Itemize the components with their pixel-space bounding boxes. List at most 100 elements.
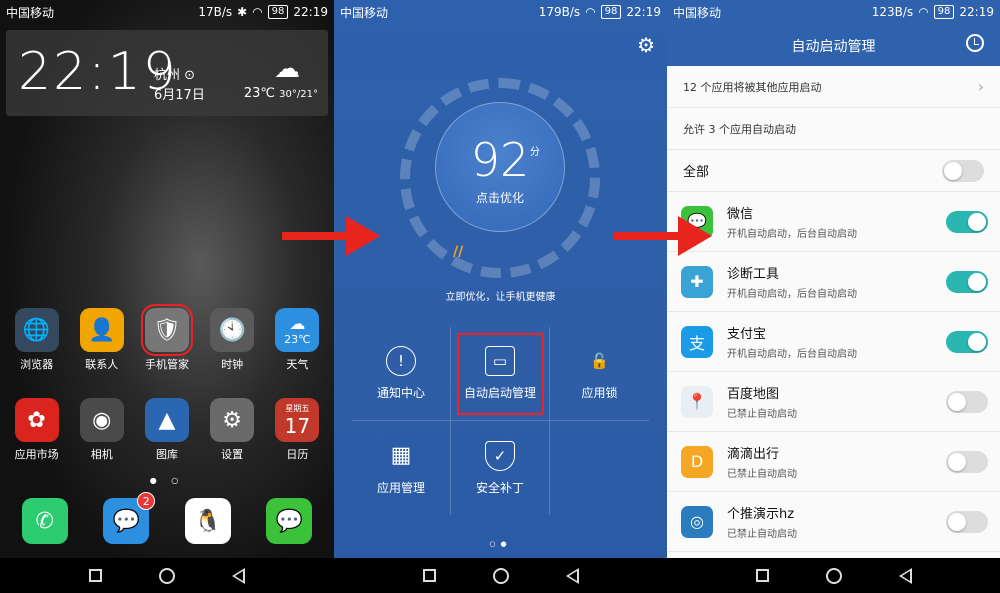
dock-messages[interactable]: 💬 2	[96, 492, 156, 548]
app-label: 手机管家	[144, 358, 189, 371]
message-icon: 💬 2	[103, 492, 156, 544]
recent-apps-button[interactable]	[422, 569, 436, 582]
tile-startup-manager[interactable]: ▭ 自动启动管理	[451, 327, 550, 421]
autostart-toggle[interactable]	[946, 510, 988, 533]
autostart-toggle[interactable]	[946, 390, 988, 413]
gear-icon: ⚙	[210, 398, 255, 442]
list-item[interactable]: D 滴滴出行 已禁止自动启动	[667, 432, 1000, 492]
battery-icon: 98	[933, 5, 955, 19]
home-button[interactable]	[492, 567, 509, 584]
app-status: 已禁止自动启动	[727, 469, 797, 480]
tile-label: 应用管理	[376, 480, 425, 495]
app-settings[interactable]: ⚙ 设置	[202, 398, 262, 462]
tile-label: 应用锁	[581, 386, 618, 400]
weather-icon: ☁ 23℃	[275, 308, 320, 352]
list-item[interactable]: 📍 百度地图 已禁止自动启动	[667, 372, 1000, 432]
app-name: 滴滴出行	[727, 447, 780, 462]
gallery-icon: ▲	[144, 398, 189, 442]
app-calendar[interactable]: 星期五 17 日历	[267, 398, 327, 462]
grid-icon: ▦	[390, 443, 412, 468]
recent-apps-button[interactable]	[755, 569, 769, 582]
settings-gear-icon[interactable]: ⚙	[637, 33, 655, 57]
app-label: 设置	[221, 448, 244, 461]
tile-notification-center[interactable]: ! 通知中心	[352, 327, 451, 421]
network-speed: 17B/s	[198, 5, 233, 19]
wifi-icon: ◠	[918, 5, 929, 19]
recent-apps-button[interactable]	[88, 569, 102, 582]
app-status: 开机自动启动，后台自动启动	[727, 349, 857, 360]
status-bar: 中国移动 123B/s ◠ 98 22:19	[667, 0, 1000, 24]
app-contacts[interactable]: 👤 联系人	[72, 308, 132, 372]
clock-city: 杭州 ⊙	[154, 68, 196, 83]
clock-date: 6月17日	[154, 88, 205, 103]
tile-security-patch[interactable]: ✓ 安全补丁	[451, 421, 550, 515]
shield-check-icon: ✓	[485, 440, 515, 471]
autostart-toggle[interactable]	[946, 210, 988, 233]
autostart-toggle[interactable]	[946, 270, 988, 293]
back-button[interactable]	[898, 567, 912, 584]
list-item[interactable]: 💬 微信 开机自动启动，后台自动启动	[667, 192, 1000, 252]
optimize-button[interactable]: 92 分 点击优化	[435, 102, 565, 232]
home-button[interactable]	[158, 567, 175, 584]
tile-app-lock[interactable]: 🔓 应用锁	[550, 327, 649, 421]
clock-weather-widget[interactable]: 22:19 杭州 ⊙ 6月17日 ☁ 23℃ 30°/21°	[6, 30, 328, 116]
nav-bar	[334, 558, 667, 593]
associated-launch-row[interactable]: 12 个应用将被其他应用启动 ›	[667, 66, 1000, 108]
status-bar: 中国移动 179B/s ◠ 98 22:19	[334, 0, 667, 24]
network-speed: 179B/s	[538, 5, 581, 19]
list-item[interactable]: ✚ 诊断工具 开机自动启动，后台自动启动	[667, 252, 1000, 312]
app-label: 日历	[286, 448, 309, 461]
app-status: 开机自动启动，后台自动启动	[727, 289, 857, 300]
dial-marker: //	[453, 244, 464, 260]
tile-label: 安全补丁	[475, 480, 524, 495]
bluetooth-icon: ✱	[237, 5, 248, 19]
app-label: 天气	[286, 358, 309, 371]
alipay-icon: 支	[681, 325, 713, 358]
app-label: 应用市场	[14, 448, 59, 461]
dock: ✆ 💬 2 🐧 💬	[0, 492, 334, 548]
app-label: 联系人	[85, 358, 119, 371]
list-item[interactable]: 支 支付宝开机自动启动，后台自动启动	[667, 312, 1000, 372]
camera-icon: ◉	[79, 398, 124, 442]
startup-manager-screen: 中国移动 123B/s ◠ 98 22:19 自动启动管理 12 个应用将被其他…	[667, 0, 1000, 593]
status-time: 22:19	[959, 5, 994, 19]
autostart-toggle[interactable]	[946, 450, 988, 473]
arrow-right-icon	[614, 216, 714, 256]
home-screen: 中国移动 17B/s ✱ ◠ 98 22:19 22:19 杭州 ⊙ 6月17日…	[0, 0, 334, 593]
app-browser[interactable]: 🌐 浏览器	[7, 308, 67, 372]
tile-app-management[interactable]: ▦ 应用管理	[352, 421, 451, 515]
app-clock[interactable]: 🕙 时钟	[202, 308, 262, 372]
allowed-count-row: 允许 3 个应用自动启动	[667, 108, 1000, 150]
startup-icon: ▭	[485, 346, 515, 376]
dock-phone[interactable]: ✆	[15, 498, 75, 548]
app-store[interactable]: ✿ 应用市场	[7, 398, 67, 462]
app-row-1: 🌐 浏览器 👤 联系人 🛡 手机管家 🕙 时钟 ☁ 23℃ 天气	[0, 304, 334, 372]
app-camera[interactable]: ◉ 相机	[72, 398, 132, 462]
calendar-icon: 星期五 17	[275, 398, 320, 442]
history-clock-icon[interactable]	[966, 34, 984, 52]
app-label: 相机	[90, 448, 113, 461]
startup-list: 12 个应用将被其他应用启动 › 允许 3 个应用自动启动 全部 💬 微信 开机自…	[667, 66, 1000, 552]
app-name: 支付宝	[727, 327, 767, 342]
back-button[interactable]	[232, 567, 246, 584]
dock-qq[interactable]: 🐧	[178, 498, 238, 548]
tile-label: 自动启动管理	[463, 386, 536, 400]
battery-icon: 98	[600, 5, 622, 19]
status-bar: 中国移动 17B/s ✱ ◠ 98 22:19	[0, 0, 334, 24]
back-button[interactable]	[565, 567, 579, 584]
app-weather[interactable]: ☁ 23℃ 天气	[267, 308, 327, 372]
app-gallery[interactable]: ▲ 图库	[137, 398, 197, 462]
autostart-toggle[interactable]	[946, 330, 988, 353]
all-label: 全部	[683, 165, 710, 180]
dock-wechat[interactable]: 💬	[259, 498, 319, 548]
home-button[interactable]	[825, 567, 842, 584]
all-toggle[interactable]	[942, 159, 984, 182]
tile-empty	[550, 421, 649, 515]
status-time: 22:19	[293, 5, 328, 19]
nav-bar	[667, 558, 1000, 593]
app-label: 浏览器	[20, 358, 54, 371]
app-phone-manager[interactable]: 🛡 手机管家	[137, 304, 197, 372]
phone-manager-screen: 中国移动 179B/s ◠ 98 22:19 ⚙ 92 分 点击优化 // 立即…	[334, 0, 667, 593]
list-item[interactable]: ◎ 个推演示hz 已禁止自动启动	[667, 492, 1000, 552]
contact-icon: 👤	[79, 308, 124, 352]
